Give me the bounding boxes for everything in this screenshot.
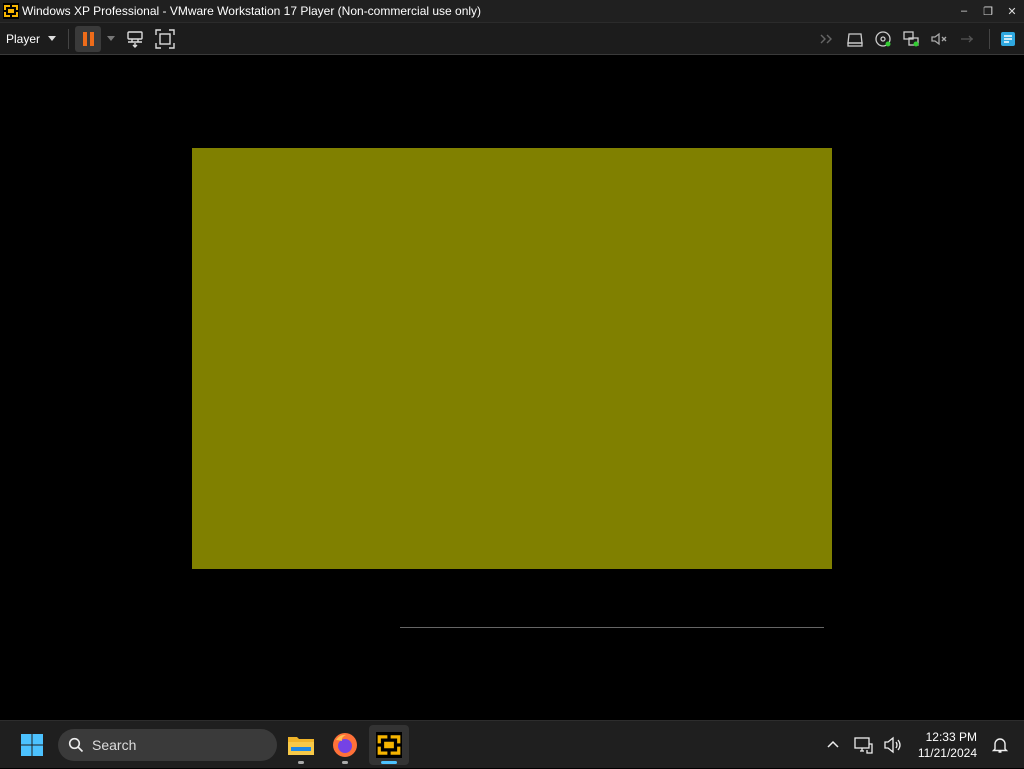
notifications-button[interactable] bbox=[988, 733, 1012, 757]
send-ctrl-alt-del-button[interactable] bbox=[123, 27, 147, 51]
taskbar-app-file-explorer[interactable] bbox=[281, 725, 321, 765]
player-menu-label: Player bbox=[6, 31, 41, 46]
taskbar: Search 12:33 PM 11/21/2024 bbox=[0, 720, 1024, 768]
vm-display-divider bbox=[400, 627, 824, 628]
sound-card-button[interactable] bbox=[927, 27, 951, 51]
taskbar-app-firefox[interactable] bbox=[325, 725, 365, 765]
firefox-icon bbox=[333, 733, 357, 757]
unity-button[interactable] bbox=[996, 27, 1020, 51]
vmware-app-icon bbox=[3, 3, 19, 19]
start-button[interactable] bbox=[14, 729, 50, 761]
vmware-player-window: Windows XP Professional - VMware Worksta… bbox=[0, 0, 1024, 720]
vmware-icon bbox=[376, 732, 402, 758]
fullscreen-icon bbox=[155, 28, 175, 49]
network-adapter-button[interactable] bbox=[899, 27, 923, 51]
bell-icon bbox=[991, 738, 1009, 753]
send-ctrl-alt-del-icon bbox=[127, 30, 143, 48]
usb-button[interactable] bbox=[955, 27, 979, 51]
usb-icon bbox=[961, 35, 973, 43]
cd-dvd-icon bbox=[875, 31, 891, 47]
toolbar-divider bbox=[989, 29, 990, 49]
taskbar-search-box[interactable]: Search bbox=[58, 729, 277, 761]
folder-icon bbox=[288, 737, 314, 755]
running-indicator bbox=[298, 761, 304, 764]
removable-device-button[interactable] bbox=[843, 27, 867, 51]
toolbar-divider bbox=[68, 28, 70, 49]
network-status-button[interactable] bbox=[851, 733, 875, 757]
network-adapter-icon bbox=[903, 31, 919, 47]
forward-button[interactable] bbox=[815, 27, 839, 51]
active-indicator bbox=[381, 761, 397, 764]
fullscreen-button[interactable] bbox=[153, 27, 177, 51]
show-hidden-icons-button[interactable] bbox=[821, 733, 845, 757]
network-icon bbox=[854, 737, 873, 754]
clock-time: 12:33 PM bbox=[925, 730, 977, 744]
window-title: Windows XP Professional - VMware Worksta… bbox=[22, 4, 482, 18]
player-menu-button[interactable]: Player bbox=[0, 23, 62, 55]
forward-icon bbox=[820, 34, 832, 44]
power-options-dropdown-icon[interactable] bbox=[107, 36, 116, 41]
volume-button[interactable] bbox=[881, 733, 905, 757]
vm-display[interactable] bbox=[192, 148, 832, 569]
title-bar[interactable]: Windows XP Professional - VMware Worksta… bbox=[0, 0, 1024, 23]
chevron-up-icon bbox=[827, 740, 839, 748]
removable-device-icon bbox=[847, 33, 863, 47]
taskbar-app-vmware[interactable] bbox=[369, 725, 409, 765]
pause-button[interactable] bbox=[75, 25, 102, 52]
search-icon bbox=[68, 737, 84, 753]
restore-button[interactable]: ❐ bbox=[976, 0, 1000, 23]
windows-logo-icon bbox=[21, 734, 43, 756]
clock[interactable]: 12:33 PM 11/21/2024 bbox=[918, 729, 977, 761]
clock-date: 11/21/2024 bbox=[917, 746, 977, 760]
player-toolbar: Player bbox=[0, 23, 1024, 55]
system-tray: 12:33 PM 11/21/2024 bbox=[818, 721, 1024, 769]
cd-dvd-button[interactable] bbox=[871, 27, 895, 51]
pause-icon bbox=[82, 31, 87, 46]
sound-card-icon bbox=[931, 32, 947, 46]
chevron-down-icon bbox=[48, 36, 57, 41]
running-indicator bbox=[342, 761, 348, 764]
volume-icon bbox=[884, 736, 901, 754]
minimize-button[interactable]: – bbox=[952, 0, 976, 23]
close-button[interactable]: ✕ bbox=[1000, 0, 1024, 23]
search-placeholder: Search bbox=[92, 737, 137, 753]
unity-icon bbox=[1001, 32, 1015, 46]
